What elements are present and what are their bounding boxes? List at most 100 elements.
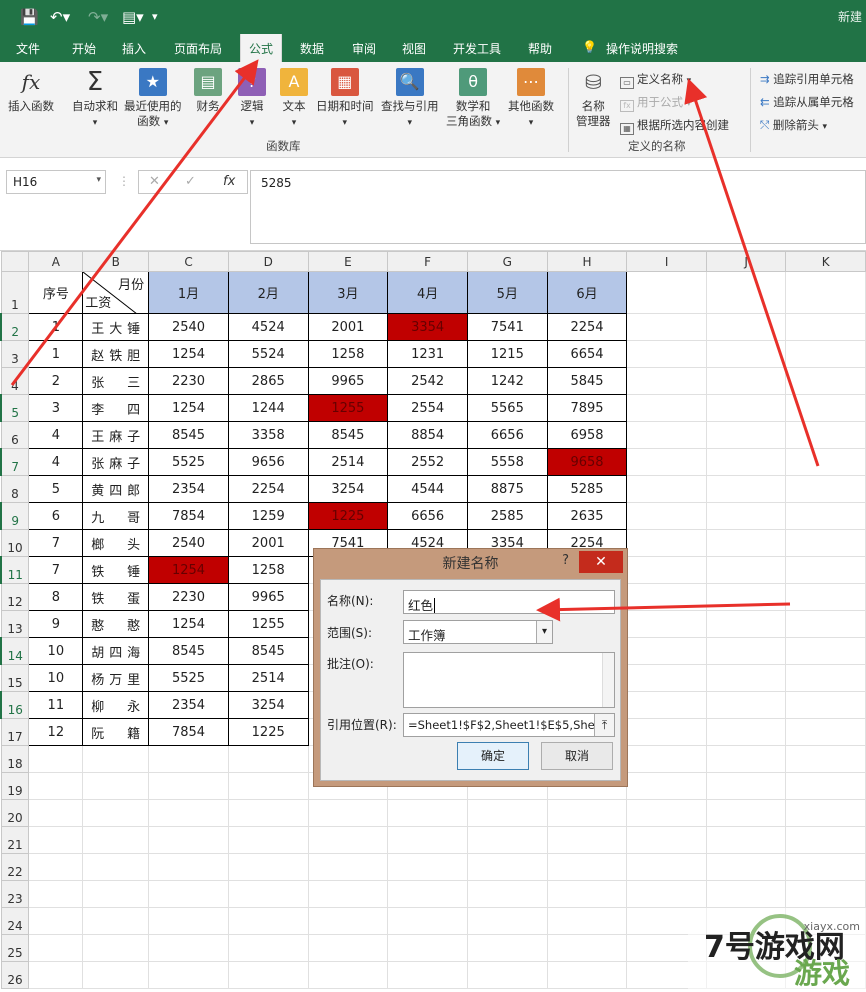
empty-cell[interactable] bbox=[705, 502, 787, 530]
month-header[interactable]: 4月 bbox=[387, 271, 468, 314]
tab-review[interactable]: 审阅 bbox=[352, 40, 376, 57]
close-button[interactable]: ✕ bbox=[579, 551, 623, 573]
value-cell[interactable]: 1259 bbox=[227, 502, 309, 530]
empty-cell[interactable] bbox=[785, 271, 866, 314]
empty-cell[interactable] bbox=[28, 826, 84, 854]
value-cell[interactable]: 2635 bbox=[546, 502, 628, 530]
empty-cell[interactable] bbox=[785, 340, 866, 368]
tab-help[interactable]: 帮助 bbox=[528, 40, 552, 57]
value-cell[interactable]: 5525 bbox=[148, 664, 229, 692]
empty-cell[interactable] bbox=[626, 367, 707, 395]
empty-cell[interactable] bbox=[546, 961, 628, 989]
value-cell[interactable]: 3254 bbox=[227, 691, 309, 719]
value-cell[interactable]: 9965 bbox=[227, 583, 309, 611]
insert-function-button[interactable]: fx 插入函数 bbox=[8, 68, 54, 114]
empty-cell[interactable] bbox=[705, 799, 787, 827]
refers-to-field[interactable]: =Sheet1!$F$2,Sheet1!$E$5,Sheet1!$H$7,She… bbox=[403, 713, 615, 737]
name-field[interactable]: 红色 bbox=[403, 590, 615, 614]
empty-cell[interactable] bbox=[705, 718, 787, 746]
column-header[interactable]: B bbox=[82, 251, 150, 272]
empty-cell[interactable] bbox=[785, 313, 866, 341]
row-header[interactable]: 25 bbox=[0, 934, 30, 962]
define-name-button[interactable]: ▭ 定义名称 ▾ bbox=[620, 71, 691, 89]
redo-icon[interactable]: ↷▾ bbox=[88, 8, 108, 26]
name-cell[interactable]: 铁蛋 bbox=[82, 583, 150, 611]
tab-page-layout[interactable]: 页面布局 bbox=[174, 40, 222, 57]
seq-cell[interactable]: 10 bbox=[28, 664, 84, 692]
seq-cell[interactable]: 7 bbox=[28, 556, 84, 584]
empty-cell[interactable] bbox=[785, 880, 866, 908]
value-cell[interactable]: 2542 bbox=[387, 367, 468, 395]
value-cell[interactable]: 2354 bbox=[148, 475, 229, 503]
value-cell[interactable]: 3358 bbox=[227, 421, 309, 449]
value-cell[interactable]: 6654 bbox=[546, 340, 628, 368]
value-cell[interactable]: 8854 bbox=[387, 421, 468, 449]
enter-icon[interactable]: ✓ bbox=[185, 174, 196, 189]
tab-formulas[interactable]: 公式 bbox=[240, 34, 283, 64]
name-cell[interactable]: 胡四海 bbox=[82, 637, 150, 665]
value-cell[interactable]: 1258 bbox=[307, 340, 389, 368]
name-cell[interactable]: 黄四郎 bbox=[82, 475, 150, 503]
empty-cell[interactable] bbox=[705, 394, 787, 422]
financial-button[interactable]: ▤ 财务 bbox=[194, 68, 222, 114]
empty-cell[interactable] bbox=[626, 826, 707, 854]
empty-cell[interactable] bbox=[626, 799, 707, 827]
select-all-corner[interactable] bbox=[0, 251, 30, 272]
empty-cell[interactable] bbox=[785, 664, 866, 692]
row-header[interactable]: 9 bbox=[0, 502, 30, 530]
empty-cell[interactable] bbox=[227, 799, 309, 827]
empty-cell[interactable] bbox=[785, 421, 866, 449]
tab-tell-me[interactable]: 操作说明搜索 bbox=[606, 40, 678, 57]
empty-cell[interactable] bbox=[466, 799, 548, 827]
value-cell[interactable]: 8545 bbox=[148, 421, 229, 449]
value-cell[interactable]: 2554 bbox=[387, 394, 468, 422]
row-header[interactable]: 12 bbox=[0, 583, 30, 611]
empty-cell[interactable] bbox=[82, 772, 150, 800]
value-cell[interactable]: 7895 bbox=[546, 394, 628, 422]
header-diagonal[interactable]: 月份 工资 bbox=[82, 271, 150, 314]
name-box[interactable]: H16 ▾ bbox=[6, 170, 106, 194]
value-cell[interactable]: 5565 bbox=[466, 394, 548, 422]
row-header[interactable]: 15 bbox=[0, 664, 30, 692]
column-header[interactable]: G bbox=[466, 251, 548, 272]
empty-cell[interactable] bbox=[227, 934, 309, 962]
row-header[interactable]: 16 bbox=[0, 691, 30, 719]
text-functions-button[interactable]: A 文本 ▾ bbox=[280, 68, 308, 131]
value-cell[interactable]: 2001 bbox=[227, 529, 309, 557]
name-cell[interactable]: 王大锤 bbox=[82, 313, 150, 341]
value-cell[interactable]: 2230 bbox=[148, 583, 229, 611]
name-cell[interactable]: 李四 bbox=[82, 394, 150, 422]
empty-cell[interactable] bbox=[705, 313, 787, 341]
row-header[interactable]: 4 bbox=[0, 367, 30, 395]
empty-cell[interactable] bbox=[626, 583, 707, 611]
empty-cell[interactable] bbox=[82, 907, 150, 935]
name-cell[interactable]: 杨万里 bbox=[82, 664, 150, 692]
empty-cell[interactable] bbox=[227, 853, 309, 881]
value-cell[interactable]: 3354 bbox=[387, 313, 468, 341]
value-cell[interactable]: 1231 bbox=[387, 340, 468, 368]
value-cell[interactable]: 9965 bbox=[307, 367, 389, 395]
seq-cell[interactable]: 10 bbox=[28, 637, 84, 665]
empty-cell[interactable] bbox=[705, 826, 787, 854]
autosum-button[interactable]: Σ 自动求和 ▾ bbox=[72, 68, 118, 131]
name-cell[interactable]: 王麻子 bbox=[82, 421, 150, 449]
empty-cell[interactable] bbox=[785, 475, 866, 503]
column-header[interactable]: A bbox=[28, 251, 84, 272]
empty-cell[interactable] bbox=[785, 529, 866, 557]
empty-cell[interactable] bbox=[82, 745, 150, 773]
empty-cell[interactable] bbox=[307, 934, 389, 962]
value-cell[interactable]: 5845 bbox=[546, 367, 628, 395]
more-functions-button[interactable]: ⋯ 其他函数 ▾ bbox=[508, 68, 554, 131]
empty-cell[interactable] bbox=[148, 934, 229, 962]
empty-cell[interactable] bbox=[28, 880, 84, 908]
value-cell[interactable]: 7541 bbox=[466, 313, 548, 341]
value-cell[interactable]: 1244 bbox=[227, 394, 309, 422]
empty-cell[interactable] bbox=[705, 583, 787, 611]
empty-cell[interactable] bbox=[705, 610, 787, 638]
value-cell[interactable]: 4544 bbox=[387, 475, 468, 503]
value-cell[interactable]: 1254 bbox=[148, 340, 229, 368]
empty-cell[interactable] bbox=[785, 772, 866, 800]
empty-cell[interactable] bbox=[705, 880, 787, 908]
value-cell[interactable]: 4524 bbox=[227, 313, 309, 341]
column-header[interactable]: E bbox=[307, 251, 389, 272]
